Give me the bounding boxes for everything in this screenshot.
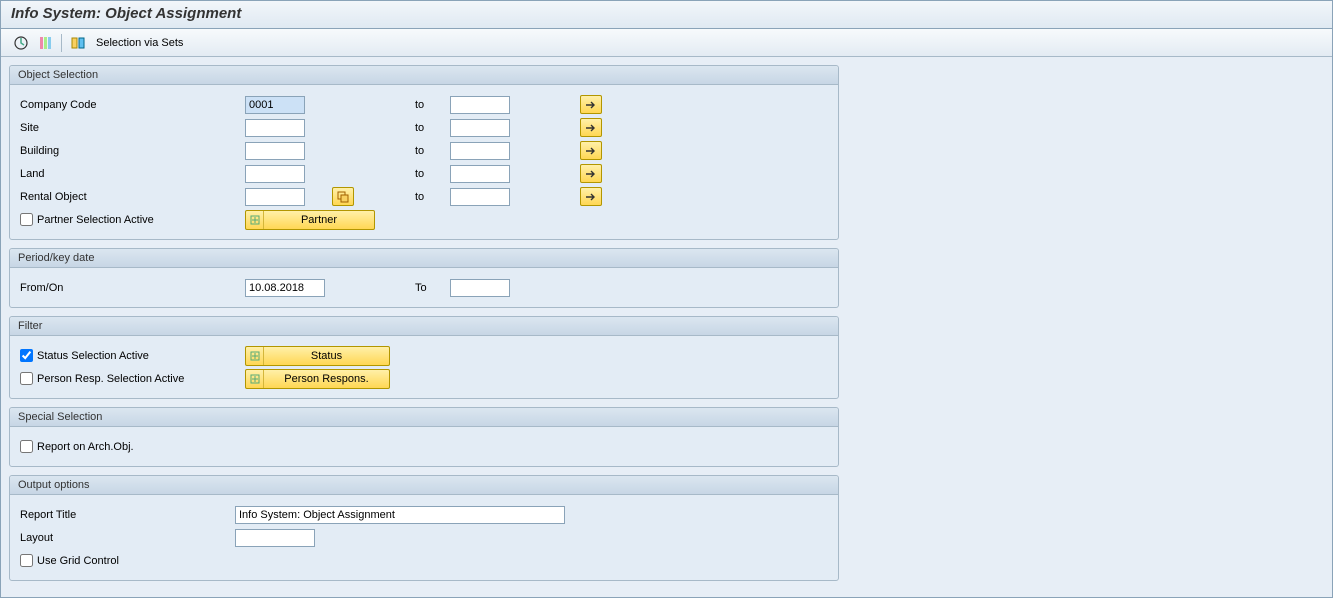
selection-via-sets-button[interactable]: Selection via Sets <box>92 37 187 49</box>
period-to-input[interactable] <box>450 279 510 297</box>
site-label: Site <box>20 122 245 134</box>
page-title: Info System: Object Assignment <box>1 1 1332 29</box>
layout-input[interactable] <box>235 529 315 547</box>
object-selection-title: Object Selection <box>10 66 838 85</box>
execute-icon[interactable] <box>11 33 31 53</box>
person-respons-button-label: Person Respons. <box>264 373 389 385</box>
layout-label: Layout <box>20 532 235 544</box>
site-to-input[interactable] <box>450 119 510 137</box>
row-from-on: From/On To <box>20 276 828 299</box>
partner-selection-active-label: Partner Selection Active <box>37 214 154 226</box>
row-layout: Layout <box>20 526 828 549</box>
expand-icon <box>246 347 264 365</box>
row-land: Land to <box>20 162 828 185</box>
to-label: To <box>415 282 450 294</box>
building-label: Building <box>20 145 245 157</box>
filter-title: Filter <box>10 317 838 336</box>
output-options-title: Output options <box>10 476 838 495</box>
period-key-date-title: Period/key date <box>10 249 838 268</box>
row-report-title: Report Title <box>20 503 828 526</box>
toolbar: Selection via Sets <box>1 29 1332 57</box>
from-on-label: From/On <box>20 282 245 294</box>
building-to-input[interactable] <box>450 142 510 160</box>
person-respons-button[interactable]: Person Respons. <box>245 369 390 389</box>
expand-icon <box>246 370 264 388</box>
output-options-group: Output options Report Title Layout Use G… <box>9 475 839 581</box>
row-partner-selection: Partner Selection Active Partner <box>20 208 828 231</box>
company-code-label: Company Code <box>20 99 245 111</box>
partner-button[interactable]: Partner <box>245 210 375 230</box>
content-area: Object Selection Company Code to Site to <box>1 57 1332 597</box>
row-building: Building to <box>20 139 828 162</box>
row-rental-object: Rental Object to <box>20 185 828 208</box>
land-to-input[interactable] <box>450 165 510 183</box>
company-code-multiple-button[interactable] <box>580 95 602 114</box>
company-code-from-input[interactable] <box>245 96 305 114</box>
toolbar-separator <box>61 34 62 52</box>
row-site: Site to <box>20 116 828 139</box>
person-resp-selection-active-checkbox[interactable] <box>20 372 33 385</box>
status-button[interactable]: Status <box>245 346 390 366</box>
rental-object-from-input[interactable] <box>245 188 305 206</box>
from-on-input[interactable] <box>245 279 325 297</box>
building-from-input[interactable] <box>245 142 305 160</box>
filter-group: Filter Status Selection Active Status <box>9 316 839 399</box>
partner-selection-active-checkbox[interactable] <box>20 213 33 226</box>
person-resp-selection-active-label: Person Resp. Selection Active <box>37 373 184 385</box>
row-person-resp-selection: Person Resp. Selection Active Person Res… <box>20 367 828 390</box>
status-button-label: Status <box>264 350 389 362</box>
to-label: to <box>415 191 450 203</box>
row-report-on-arch-obj: Report on Arch.Obj. <box>20 435 828 458</box>
sets-icon[interactable] <box>68 33 88 53</box>
site-from-input[interactable] <box>245 119 305 137</box>
row-status-selection: Status Selection Active Status <box>20 344 828 367</box>
use-grid-control-label: Use Grid Control <box>37 555 119 567</box>
object-selection-group: Object Selection Company Code to Site to <box>9 65 839 240</box>
report-on-arch-obj-checkbox[interactable] <box>20 440 33 453</box>
partner-button-label: Partner <box>264 214 374 226</box>
rental-object-label: Rental Object <box>20 191 245 203</box>
rental-object-multiple-button[interactable] <box>580 187 602 206</box>
report-title-label: Report Title <box>20 509 235 521</box>
rental-object-search-button[interactable] <box>332 187 354 206</box>
status-selection-active-checkbox[interactable] <box>20 349 33 362</box>
report-title-input[interactable] <box>235 506 565 524</box>
main-window: Info System: Object Assignment Selection… <box>0 0 1333 598</box>
special-selection-title: Special Selection <box>10 408 838 427</box>
period-key-date-group: Period/key date From/On To <box>9 248 839 308</box>
to-label: to <box>415 99 450 111</box>
to-label: to <box>415 122 450 134</box>
land-from-input[interactable] <box>245 165 305 183</box>
company-code-to-input[interactable] <box>450 96 510 114</box>
to-label: to <box>415 168 450 180</box>
building-multiple-button[interactable] <box>580 141 602 160</box>
rental-object-to-input[interactable] <box>450 188 510 206</box>
status-selection-active-label: Status Selection Active <box>37 350 149 362</box>
report-on-arch-obj-label: Report on Arch.Obj. <box>37 441 134 453</box>
row-company-code: Company Code to <box>20 93 828 116</box>
land-multiple-button[interactable] <box>580 164 602 183</box>
land-label: Land <box>20 168 245 180</box>
expand-icon <box>246 211 264 229</box>
row-use-grid-control: Use Grid Control <box>20 549 828 572</box>
use-grid-control-checkbox[interactable] <box>20 554 33 567</box>
variant-icon[interactable] <box>35 33 55 53</box>
special-selection-group: Special Selection Report on Arch.Obj. <box>9 407 839 467</box>
site-multiple-button[interactable] <box>580 118 602 137</box>
to-label: to <box>415 145 450 157</box>
